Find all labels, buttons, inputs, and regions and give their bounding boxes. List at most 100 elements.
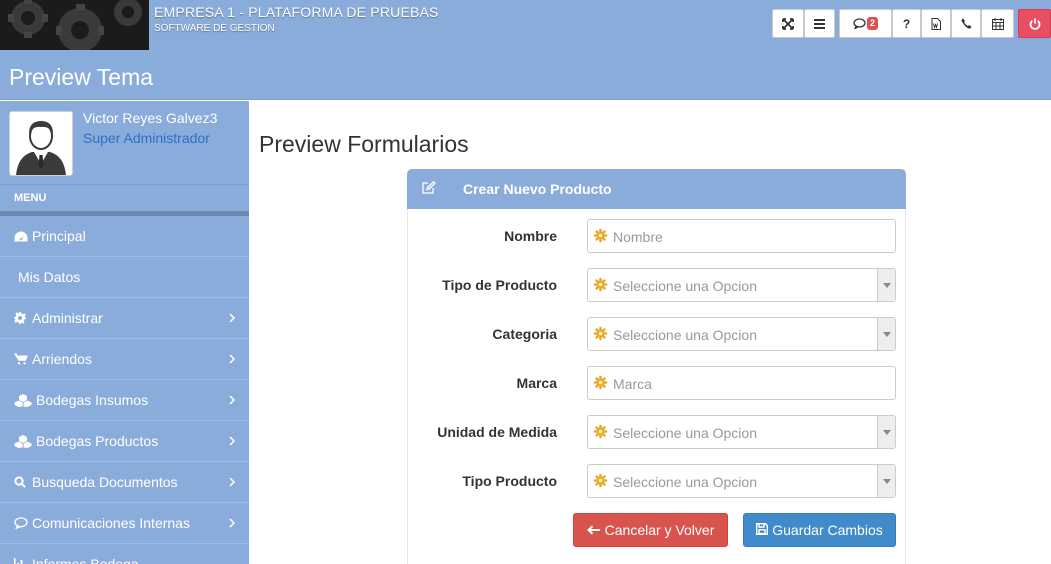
save-button-label: Guardar Cambios [772,522,883,538]
unidad-de-medida-select[interactable]: Seleccione una Opcion [587,415,896,449]
tipo-producto-select[interactable]: Seleccione una Opcion [587,464,896,498]
chart-icon [14,558,30,564]
input-placeholder: Nombre [613,229,663,245]
gear-icon [14,312,30,324]
sidebar-item-comunicaciones-internas[interactable]: Comunicaciones Internas [0,503,249,544]
field-label: Categoria [492,326,557,342]
cancel-button[interactable]: Cancelar y Volver [573,513,728,547]
messages-badge: 2 [866,17,878,30]
sidebar-item-arriendos[interactable]: Arriendos [0,339,249,380]
messages-button[interactable]: 2 [839,9,892,38]
sidebar-item-administrar[interactable]: Administrar [0,298,249,339]
phone-icon [960,18,972,29]
nombre-input[interactable]: Nombre [587,219,896,253]
document-button[interactable] [921,9,951,38]
save-button[interactable]: Guardar Cambios [743,513,896,547]
sidebar-item-label: Bodegas Productos [36,433,159,449]
form-row-categoria: Categoria Seleccione una Opcion [408,317,905,351]
select-placeholder: Seleccione una Opcion [613,474,757,490]
power-icon [1029,18,1041,30]
fullscreen-button[interactable] [772,9,804,38]
logout-button[interactable] [1018,9,1051,38]
user-role[interactable]: Super Administrador [83,130,210,146]
dropdown-arrow-icon[interactable] [877,269,895,301]
menu-heading: MENU [0,185,249,216]
cubes-icon [14,393,34,407]
panel-header: Crear Nuevo Producto [407,169,906,209]
page-title-bar: Preview Tema [0,52,1051,100]
asterisk-icon [593,375,608,395]
dropdown-arrow-icon[interactable] [877,318,895,350]
sidebar-item-informes-bodega[interactable]: Informes Bodega [0,544,249,564]
company-name: EMPRESA 1 - PLATAFORMA DE PRUEBAS [154,4,439,20]
sidebar-item-label: Informes Bodega [32,556,139,564]
asterisk-icon [593,277,608,297]
categoria-select[interactable]: Seleccione una Opcion [587,317,896,351]
field-label: Marca [516,375,557,391]
tipo-de-producto-select[interactable]: Seleccione una Opcion [587,268,896,302]
top-bar: EMPRESA 1 - PLATAFORMA DE PRUEBAS SOFTWA… [0,0,1051,52]
select-placeholder: Seleccione una Opcion [613,278,757,294]
floppy-disk-icon [756,522,772,538]
form-row-tipo-producto: Tipo Producto Seleccione una Opcion [408,464,905,498]
calendar-button[interactable] [981,9,1014,38]
user-panel: Victor Reyes Galvez3 Super Administrador [0,101,249,185]
dropdown-arrow-icon[interactable] [877,416,895,448]
form-row-tipo-de-producto: Tipo de Producto Seleccione una Opcion [408,268,905,302]
phone-button[interactable] [951,9,981,38]
form-row-marca: Marca Marca [408,366,905,400]
sidebar-item-mis-datos[interactable]: Mis Datos [0,257,249,298]
sidebar-item-label: Comunicaciones Internas [32,515,190,531]
edit-icon [422,180,436,197]
product-form-panel: Crear Nuevo Producto Nombre Nombre Tipo … [407,169,906,564]
asterisk-icon [593,424,608,444]
expand-icon [782,17,794,30]
chevron-right-icon [229,433,236,449]
sidebar-item-busqueda-documentos[interactable]: Busqueda Documentos [0,462,249,503]
sidebar-item-label: Arriendos [32,351,92,367]
cancel-button-label: Cancelar y Volver [604,522,715,538]
page-title: Preview Tema [9,64,154,90]
sidebar-menu: Principal Mis Datos Administrar Arriendo… [0,216,249,564]
search-icon [14,476,30,488]
field-label: Unidad de Medida [437,424,557,440]
sidebar-item-label: Principal [32,228,86,244]
sidebar-item-label: Busqueda Documentos [32,474,178,490]
asterisk-icon [593,473,608,493]
form-row-unidad-de-medida: Unidad de Medida Seleccione una Opcion [408,415,905,449]
avatar [9,111,73,176]
sidebar-item-label: Bodegas Insumos [36,392,149,408]
help-button[interactable]: ? [892,9,921,38]
input-placeholder: Marca [613,376,652,392]
sidebar: Victor Reyes Galvez3 Super Administrador… [0,101,249,564]
sidebar-item-label: Mis Datos [18,269,81,285]
sidebar-item-label: Administrar [32,310,103,326]
word-file-icon [931,17,941,30]
chevron-right-icon [229,474,236,490]
section-title: Preview Formularios [259,131,469,157]
sidebar-item-bodegas-insumos[interactable]: Bodegas Insumos [0,380,249,421]
form-row-nombre: Nombre Nombre [408,219,905,253]
bars-icon [814,18,825,29]
select-placeholder: Seleccione una Opcion [613,327,757,343]
help-label: ? [902,16,911,31]
chevron-right-icon [229,310,236,326]
menu-toggle-button[interactable] [804,9,835,38]
marca-input[interactable]: Marca [587,366,896,400]
select-placeholder: Seleccione una Opcion [613,425,757,441]
chat-icon [853,18,866,29]
calendar-icon [991,17,1004,30]
user-name: Victor Reyes Galvez3 [83,110,218,126]
asterisk-icon [593,228,608,248]
chevron-right-icon [229,515,236,531]
field-label: Nombre [504,228,557,244]
field-label: Tipo Producto [462,473,557,489]
cart-icon [14,353,30,365]
sidebar-item-principal[interactable]: Principal [0,216,249,257]
company-logo [0,0,149,50]
dashboard-icon [14,231,30,242]
dropdown-arrow-icon[interactable] [877,465,895,497]
sidebar-item-bodegas-productos[interactable]: Bodegas Productos [0,421,249,462]
chevron-right-icon [229,392,236,408]
company-info: EMPRESA 1 - PLATAFORMA DE PRUEBAS SOFTWA… [154,4,439,34]
